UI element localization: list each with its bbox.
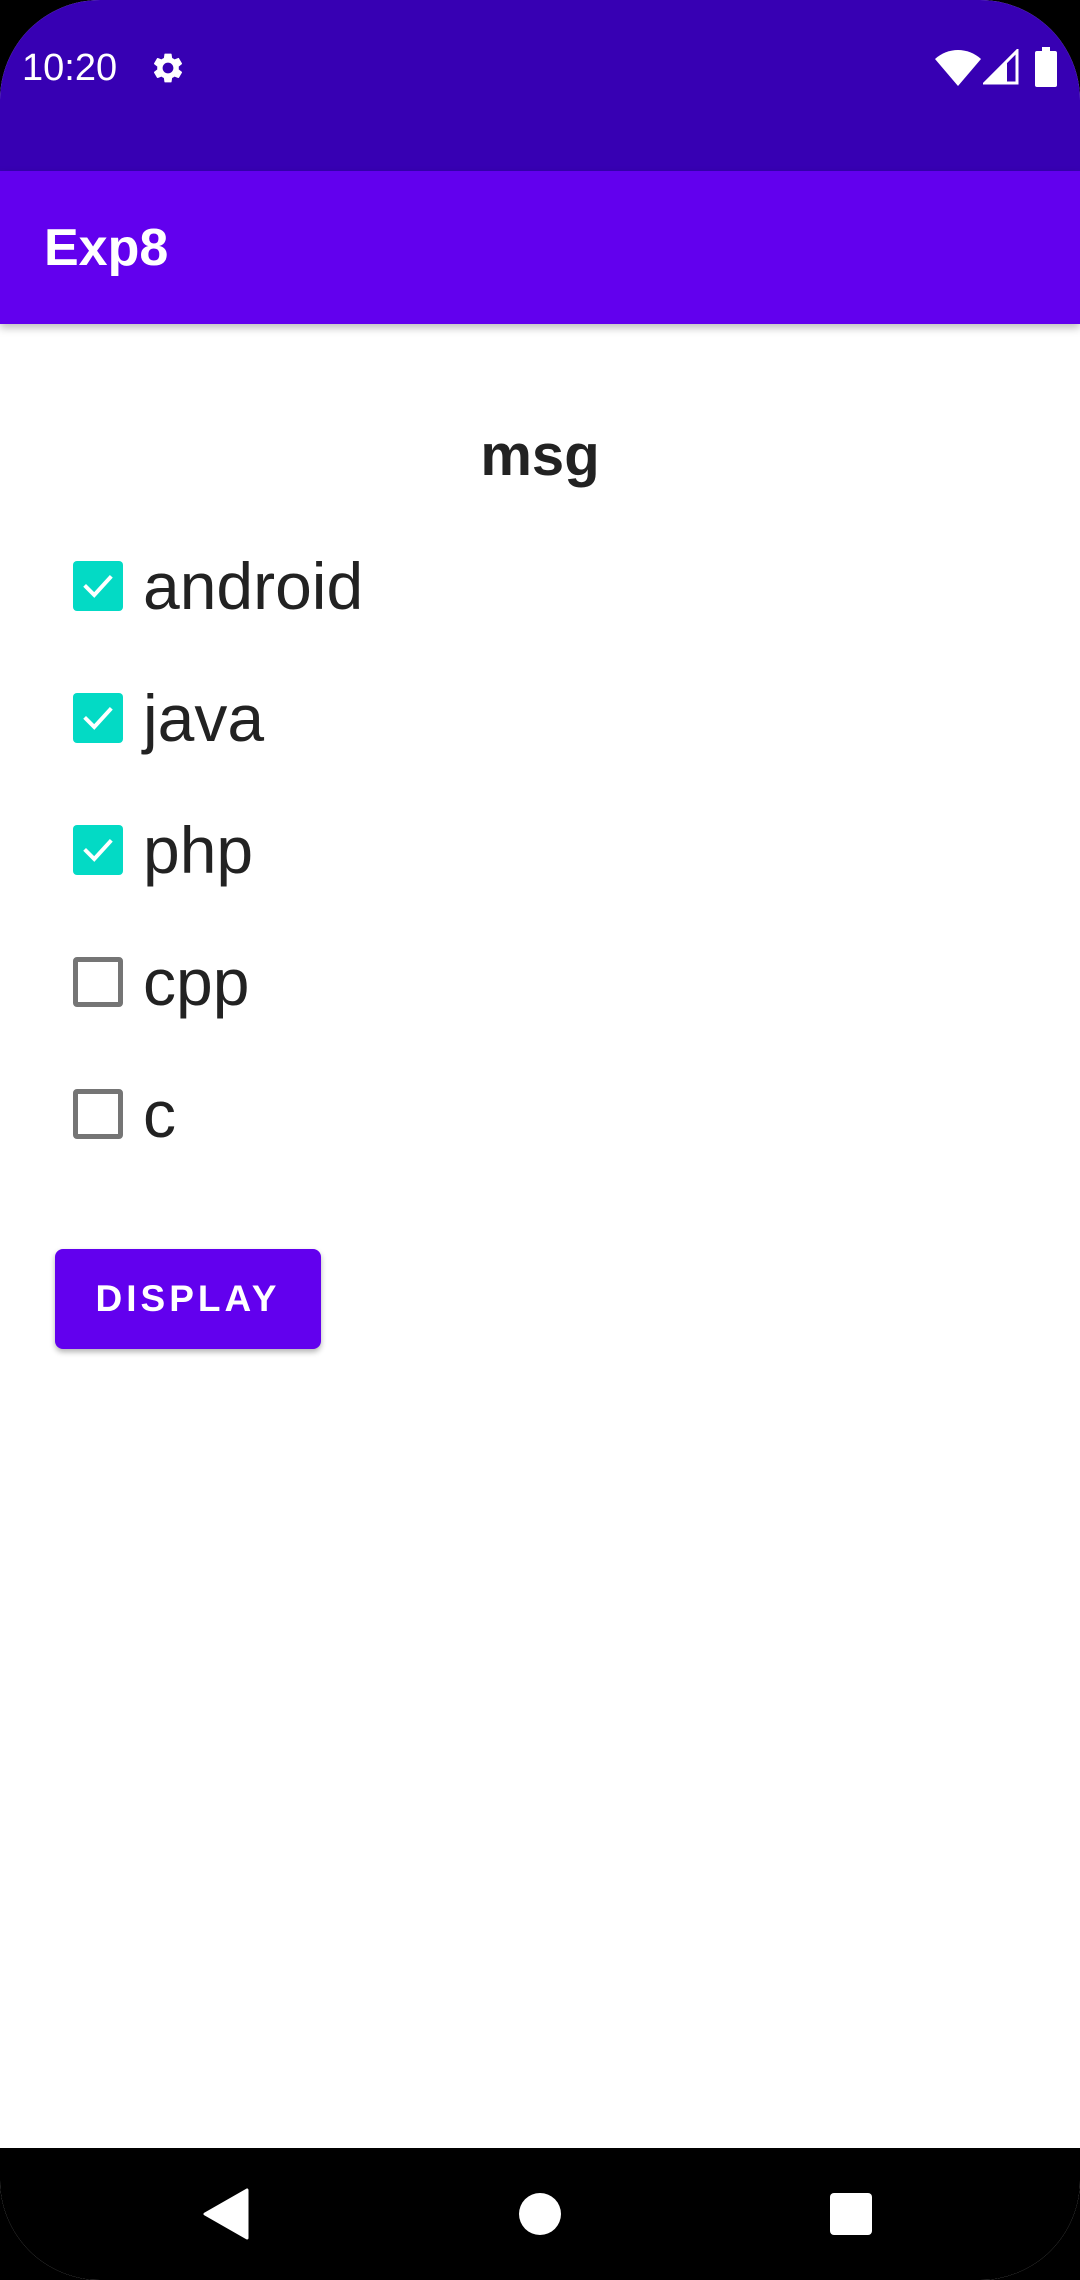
checkbox-cpp[interactable]: cpp — [73, 947, 249, 1017]
checkbox-java-label: java — [143, 681, 265, 755]
checkbox-php-label: php — [143, 813, 254, 887]
checkbox-java[interactable]: java — [73, 683, 264, 753]
status-time: 10:20 — [22, 47, 118, 89]
checkbox-c-box[interactable] — [73, 1089, 123, 1139]
battery-icon — [1035, 47, 1057, 87]
status-bar: 10:20 — [0, 0, 1080, 171]
back-icon[interactable] — [203, 2188, 249, 2240]
app-bar: Exp8 — [0, 171, 1080, 324]
phone-screen: 10:20 Exp8 msg android java php cpp c DI… — [0, 0, 1080, 2280]
checkbox-android-label: android — [143, 549, 364, 623]
checkbox-cpp-label: cpp — [143, 945, 250, 1019]
gear-icon — [153, 53, 183, 83]
checkbox-android[interactable]: android — [73, 551, 363, 621]
checkbox-php[interactable]: php — [73, 815, 253, 885]
display-button[interactable]: DISPLAY — [55, 1249, 321, 1349]
check-icon — [83, 838, 113, 862]
checkbox-c-label: c — [143, 1077, 176, 1151]
signal-icon — [983, 49, 1019, 85]
checkbox-android-box[interactable] — [73, 561, 123, 611]
app-title: Exp8 — [44, 219, 169, 277]
check-icon — [83, 706, 113, 730]
wifi-icon — [935, 50, 981, 86]
main-content: msg android java php cpp c DISPLAY — [0, 324, 1080, 2148]
home-icon[interactable] — [518, 2192, 562, 2236]
check-icon — [83, 574, 113, 598]
message-text: msg — [480, 423, 600, 488]
recents-icon[interactable] — [829, 2192, 873, 2236]
checkbox-php-box[interactable] — [73, 825, 123, 875]
checkbox-cpp-box[interactable] — [73, 957, 123, 1007]
checkbox-c[interactable]: c — [73, 1079, 176, 1149]
navigation-bar — [0, 2148, 1080, 2280]
checkbox-java-box[interactable] — [73, 693, 123, 743]
